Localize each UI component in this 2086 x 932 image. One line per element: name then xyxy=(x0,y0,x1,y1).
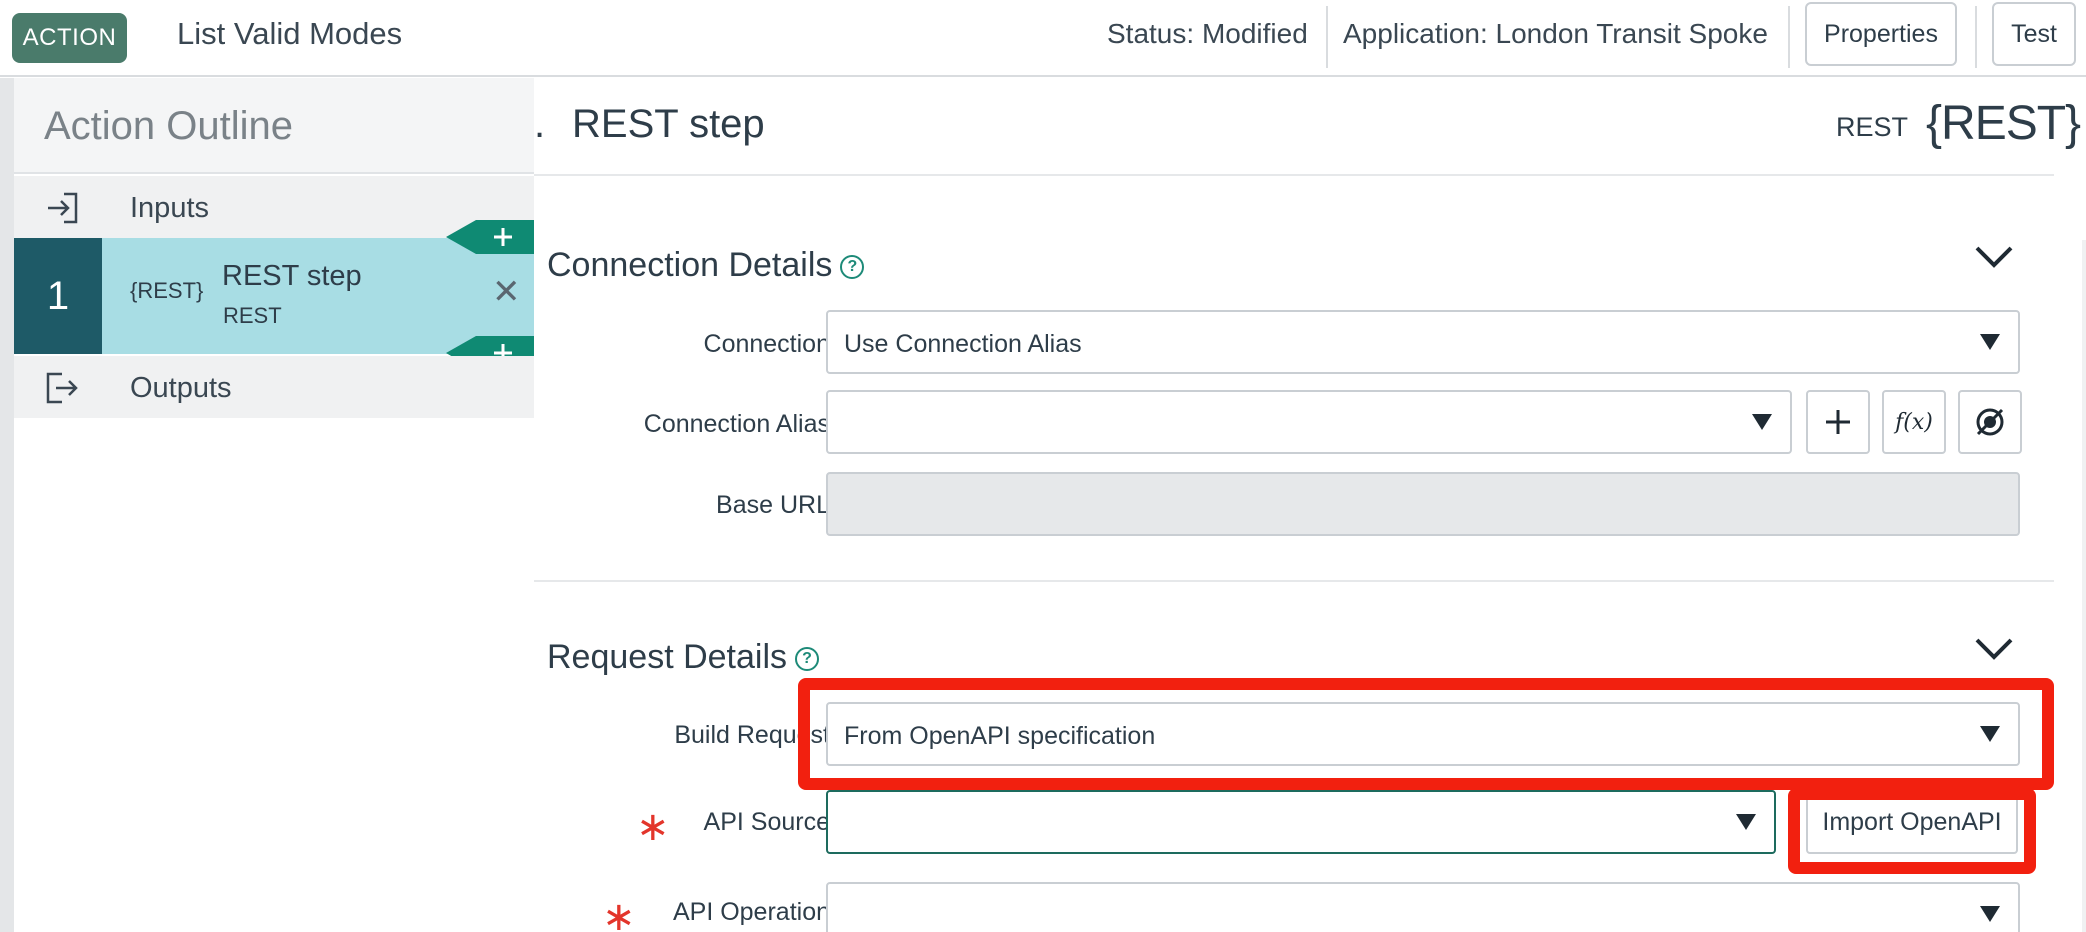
help-icon[interactable]: ? xyxy=(840,255,865,280)
required-asterisk-icon: ∗ xyxy=(602,895,636,932)
base-url-field xyxy=(826,472,2020,536)
add-step-above-button[interactable] xyxy=(446,220,534,254)
step-type-label: REST xyxy=(1836,112,1909,142)
add-alias-button[interactable] xyxy=(1806,390,1870,454)
header-separator xyxy=(1326,6,1328,68)
dropdown-arrow-icon xyxy=(1980,906,2000,922)
highlight-box xyxy=(1788,788,2036,874)
connection-details-title: Connection Details? xyxy=(547,246,865,285)
dropdown-arrow-icon xyxy=(1752,414,1772,430)
step-header: . REST step REST {REST} xyxy=(534,78,2081,176)
action-title: List Valid Modes xyxy=(177,16,403,51)
connection-label: Connection xyxy=(703,330,830,358)
action-badge: ACTION xyxy=(12,13,127,63)
application-text: Application: London Transit Spoke xyxy=(1343,18,1768,49)
connection-alias-label: Connection Alias xyxy=(643,410,830,438)
step-prefix: . xyxy=(534,102,546,146)
outputs-label: Outputs xyxy=(130,372,232,404)
status-text: Status: Modified xyxy=(1107,18,1308,49)
api-operation-select[interactable] xyxy=(826,882,2020,932)
datapill-picker-button[interactable] xyxy=(1958,390,2022,454)
properties-button[interactable]: Properties xyxy=(1805,2,1957,66)
api-source-select[interactable] xyxy=(826,790,1776,854)
base-url-label: Base URL xyxy=(716,491,830,519)
connection-select[interactable]: Use Connection Alias xyxy=(826,310,2020,374)
datapill-picker-icon xyxy=(1976,408,2004,436)
request-details-title: Request Details? xyxy=(547,638,820,677)
dropdown-arrow-icon xyxy=(1980,334,2000,350)
step-editor: . REST step REST {REST} Connection Detai… xyxy=(534,78,2086,932)
rest-icon: {REST} xyxy=(130,278,204,303)
collapsed-panel-strip[interactable] xyxy=(0,78,14,932)
connection-value: Use Connection Alias xyxy=(844,330,1082,358)
outline-title: Action Outline xyxy=(44,104,294,148)
action-outline-panel: Action Outline Inputs 1 {REST} REST step… xyxy=(14,78,534,932)
step-name: REST step xyxy=(222,260,362,292)
dropdown-arrow-icon xyxy=(1736,814,1756,830)
input-arrow-icon xyxy=(48,192,78,224)
step-title: REST step xyxy=(572,102,765,146)
step-number: 1 xyxy=(14,238,102,354)
connection-alias-select[interactable] xyxy=(826,390,1792,454)
outline-item-outputs[interactable]: Outputs xyxy=(14,356,534,418)
fx-icon[interactable]: f(x) xyxy=(1882,390,1946,454)
help-icon[interactable]: ? xyxy=(795,647,820,672)
plus-icon xyxy=(1826,410,1850,434)
output-arrow-icon xyxy=(46,372,78,404)
highlight-box xyxy=(798,678,2054,790)
test-button[interactable]: Test xyxy=(1992,2,2076,66)
scrollbar-track[interactable] xyxy=(2082,240,2086,932)
inputs-label: Inputs xyxy=(130,192,209,224)
header-separator xyxy=(1975,6,1977,68)
chevron-down-icon[interactable] xyxy=(1974,244,2014,270)
connection-details-label: Connection Details xyxy=(547,246,833,284)
request-details-label: Request Details xyxy=(547,638,788,676)
close-icon[interactable]: ✕ xyxy=(492,272,521,312)
section-divider xyxy=(534,580,2054,582)
required-asterisk-icon: ∗ xyxy=(636,805,670,849)
outline-header: Action Outline xyxy=(14,78,534,174)
header-separator xyxy=(1788,6,1790,68)
api-operation-label: API Operation xyxy=(672,898,830,926)
step-type: REST xyxy=(223,303,282,328)
api-source-label: API Source xyxy=(703,808,830,836)
chevron-down-icon[interactable] xyxy=(1974,636,2014,662)
rest-logo-icon: {REST} xyxy=(1926,97,2081,150)
app-header: ACTION List Valid Modes Status: Modified… xyxy=(0,0,2086,77)
